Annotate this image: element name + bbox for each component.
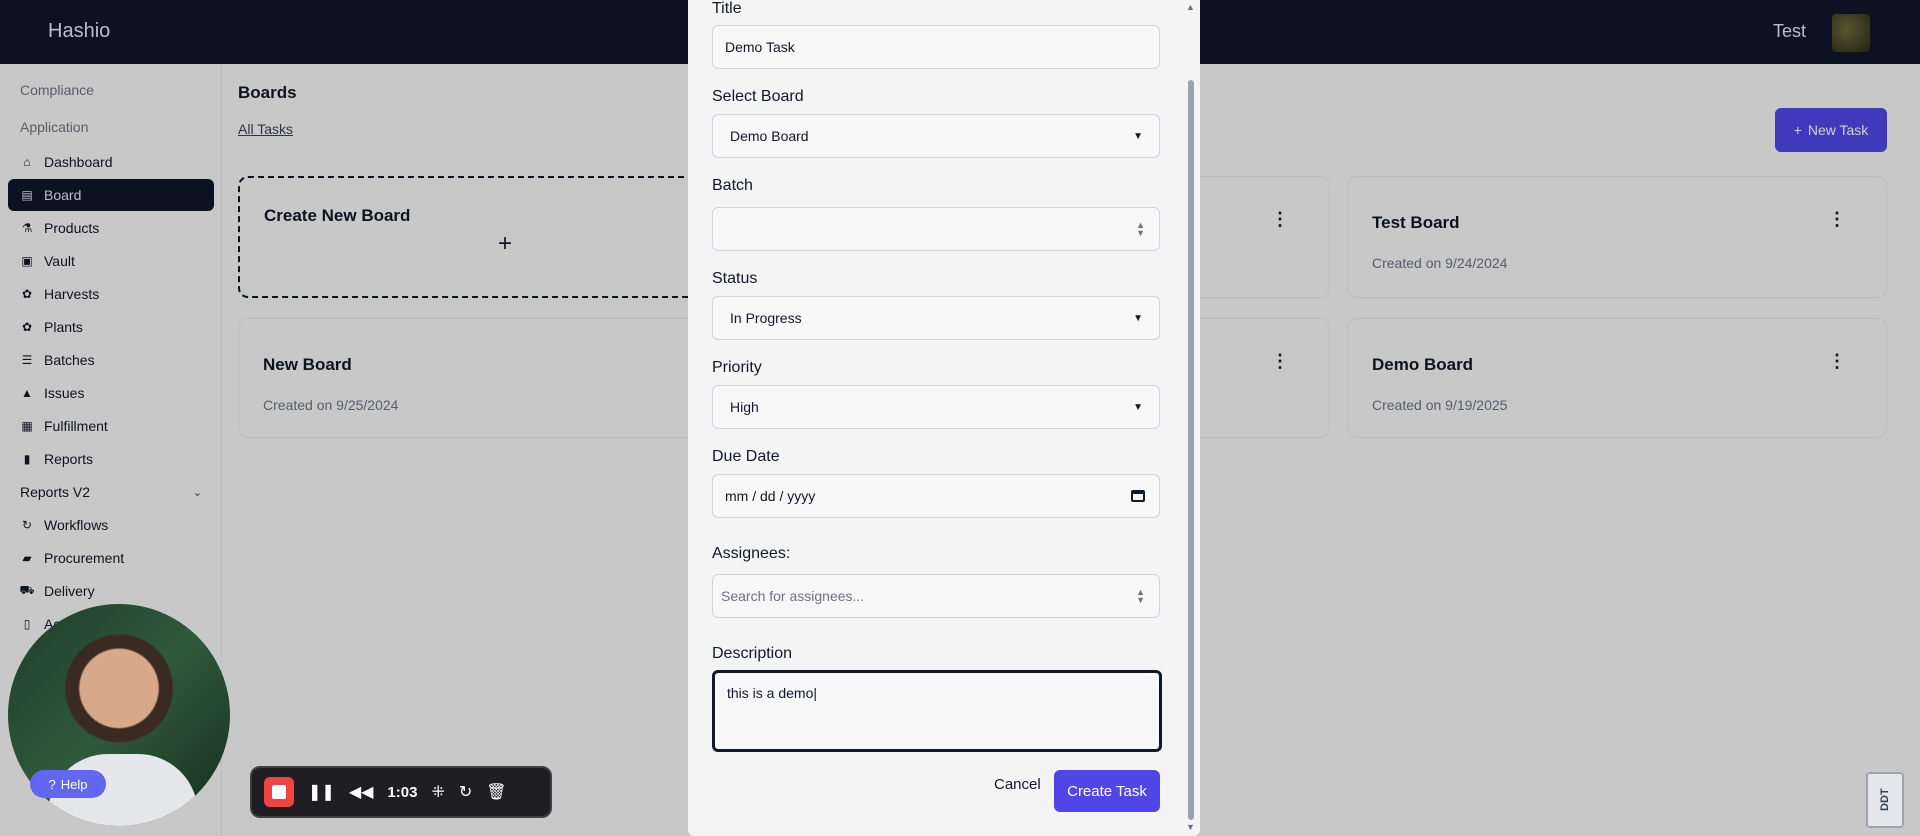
priority-value: High <box>730 399 759 415</box>
board-value: Demo Board <box>730 128 809 144</box>
status-select[interactable]: In Progress ▼ <box>712 296 1160 340</box>
calendar-icon[interactable] <box>1131 490 1145 502</box>
board-select[interactable]: Demo Board ▼ <box>712 114 1160 158</box>
due-date-input[interactable]: mm / dd / yyyy <box>712 474 1160 518</box>
status-value: In Progress <box>730 310 802 326</box>
title-value: Demo Task <box>725 39 795 55</box>
help-label: Help <box>60 776 88 792</box>
assignees-search-input[interactable]: Search for assignees... ▲ ▼ <box>712 574 1160 618</box>
title-input[interactable]: Demo Task <box>712 25 1160 69</box>
description-label: Description <box>712 645 793 662</box>
pause-icon[interactable]: ❚❚ <box>308 782 335 802</box>
corner-logo: DDT <box>1866 772 1904 828</box>
batch-label: Batch <box>712 177 753 194</box>
priority-label: Priority <box>712 359 762 376</box>
question-icon: ? <box>48 776 56 792</box>
description-value: this is a demo <box>727 685 814 701</box>
updown-icon: ▲ ▼ <box>1136 587 1145 605</box>
assignees-label: Assignees: <box>712 545 791 562</box>
batch-select[interactable]: ▲ ▼ <box>712 207 1160 251</box>
rewind-icon[interactable]: ◀◀ <box>349 782 374 802</box>
create-task-button[interactable]: Create Task <box>1054 770 1160 812</box>
recording-timer: 1:03 <box>387 783 418 801</box>
help-button[interactable]: ? Help <box>30 770 106 798</box>
grid-icon[interactable]: ⁜ <box>431 782 444 802</box>
priority-select[interactable]: High ▼ <box>712 385 1160 429</box>
create-task-modal: Title Demo Task Select Board Demo Board ▼… <box>688 0 1200 836</box>
title-label: Title <box>712 0 742 17</box>
assignees-placeholder: Search for assignees... <box>721 588 865 604</box>
stop-icon <box>272 785 286 799</box>
stop-recording-button[interactable] <box>264 777 294 807</box>
status-label: Status <box>712 270 758 287</box>
caret-down-icon: ▼ <box>1133 312 1143 324</box>
modal-scrollbar[interactable] <box>1188 80 1194 820</box>
scroll-down-arrow[interactable]: ▼ <box>1186 822 1195 832</box>
recording-toolbar: ❚❚ ◀◀ 1:03 ⁜ ↻ 🗑 <box>250 766 552 818</box>
scroll-up-arrow[interactable]: ▲ <box>1186 2 1195 12</box>
caret-down-icon: ▼ <box>1133 130 1143 142</box>
restart-icon[interactable]: ↻ <box>459 782 472 802</box>
updown-icon: ▲ ▼ <box>1136 220 1145 238</box>
due-date-label: Due Date <box>712 448 780 465</box>
trash-icon[interactable]: 🗑 <box>486 782 506 802</box>
description-textarea[interactable]: this is a demo| <box>712 670 1162 752</box>
caret-down-icon: ▼ <box>1133 401 1143 413</box>
select-board-label: Select Board <box>712 88 804 105</box>
due-date-placeholder: mm / dd / yyyy <box>725 488 816 504</box>
cancel-button[interactable]: Cancel <box>994 776 1041 793</box>
